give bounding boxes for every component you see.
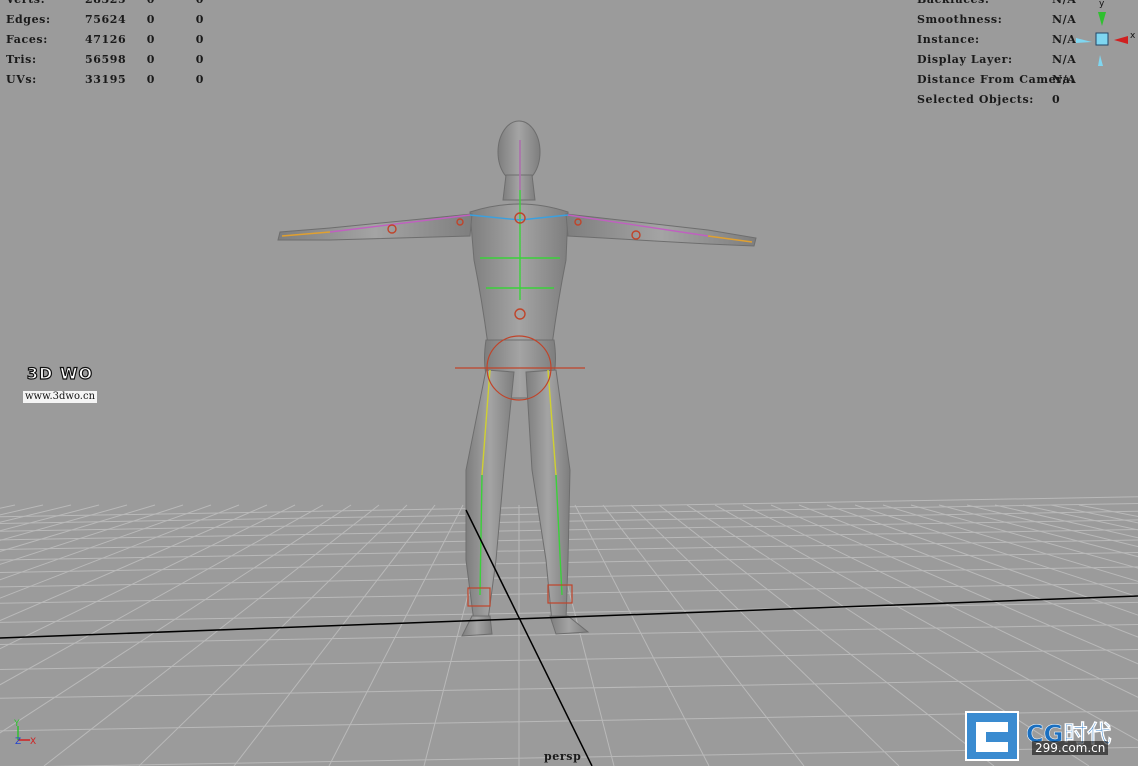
hud-label: Smoothness: [917,13,1003,26]
axis-z-label: Z [15,737,21,747]
hud-value: 0 [146,13,155,26]
hud-value: 33195 [85,73,127,86]
hud-value: 47126 [85,33,127,46]
view-cube-x-label: x [1130,31,1136,41]
camera-name-label: persp [544,750,582,763]
hud-value: 28325 [85,0,126,10]
3dwo-watermark: 3D WO www.3dwo.cn [18,363,102,403]
hud-row-smoothness: Smoothness: N/A [917,10,1092,30]
hud-row-backfaces: Backfaces: N/A [917,0,1092,10]
hud-row-instance: Instance: N/A [917,30,1092,50]
hud-label: Selected Objects: [917,93,1034,106]
hud-label: Backfaces: [917,0,1052,10]
hud-label: Tris: [6,53,37,66]
hud-row-tris: Tris: 56598 0 0 [6,50,204,70]
hud-value: N/A [1052,33,1077,46]
hud-label: Edges: [6,13,51,26]
hud-row-faces: Faces: 47126 0 0 [6,30,204,50]
hud-label: Instance: [917,33,980,46]
hud-value: N/A [1052,0,1092,10]
cg-logo-icon [965,711,1019,761]
hud-value: N/A [1052,13,1077,26]
hud-value: 0 [195,53,204,66]
hud-row-display-layer: Display Layer: N/A [917,50,1092,70]
scene-canvas[interactable]: y x [0,0,1138,766]
poly-count-hud: Verts: 28325 0 0 Edges: 75624 0 0 Faces:… [6,0,204,90]
axis-indicator: Y Z X [13,719,36,747]
hud-value: 0 [195,33,204,46]
hud-value: 0 [146,73,155,86]
hud-row-distance-from-camera: Distance From Camera: N/A [917,70,1092,90]
hud-value: 0 [195,73,204,86]
hud-value: 0 [195,13,204,26]
hud-label: UVs: [6,73,37,86]
hud-value: N/A [1052,53,1077,66]
cg-watermark-url: 299.com.cn [1032,741,1109,755]
hud-value: 0 [122,0,155,10]
hud-value: 0 [1052,93,1061,106]
view-cube-y-label: y [1099,0,1105,9]
3dwo-watermark-title: 3D WO [26,363,94,383]
maya-persp-viewport[interactable]: y x Verts: 28325 0 0 Edges: 75624 0 0 Fa… [0,0,1138,766]
hud-label: Faces: [6,33,48,46]
axis-y-label: Y [13,719,20,729]
hud-value: 75624 [85,13,127,26]
hud-value: N/A [1052,73,1077,86]
3dwo-watermark-url: www.3dwo.cn [22,391,98,403]
character-mesh[interactable] [277,120,757,637]
hud-row-edges: Edges: 75624 0 0 [6,10,204,30]
object-details-hud: Backfaces: N/A Smoothness: N/A Instance:… [917,0,1092,110]
hud-row-selected-objects: Selected Objects: 0 [917,90,1092,110]
axis-x-label: X [30,737,36,747]
hud-row-uvs: UVs: 33195 0 0 [6,70,204,90]
hud-row-verts: Verts: 28325 0 0 [6,0,204,10]
hud-label: Distance From Camera: [917,73,1075,86]
hud-value: 56598 [85,53,127,66]
hud-label: Display Layer: [917,53,1013,66]
hud-value: 0 [146,33,155,46]
hud-label: Verts: [6,0,85,10]
hud-value: 0 [155,0,204,10]
hud-value: 0 [146,53,155,66]
cg-watermark: CG时代 299.com.cn [962,708,1138,766]
